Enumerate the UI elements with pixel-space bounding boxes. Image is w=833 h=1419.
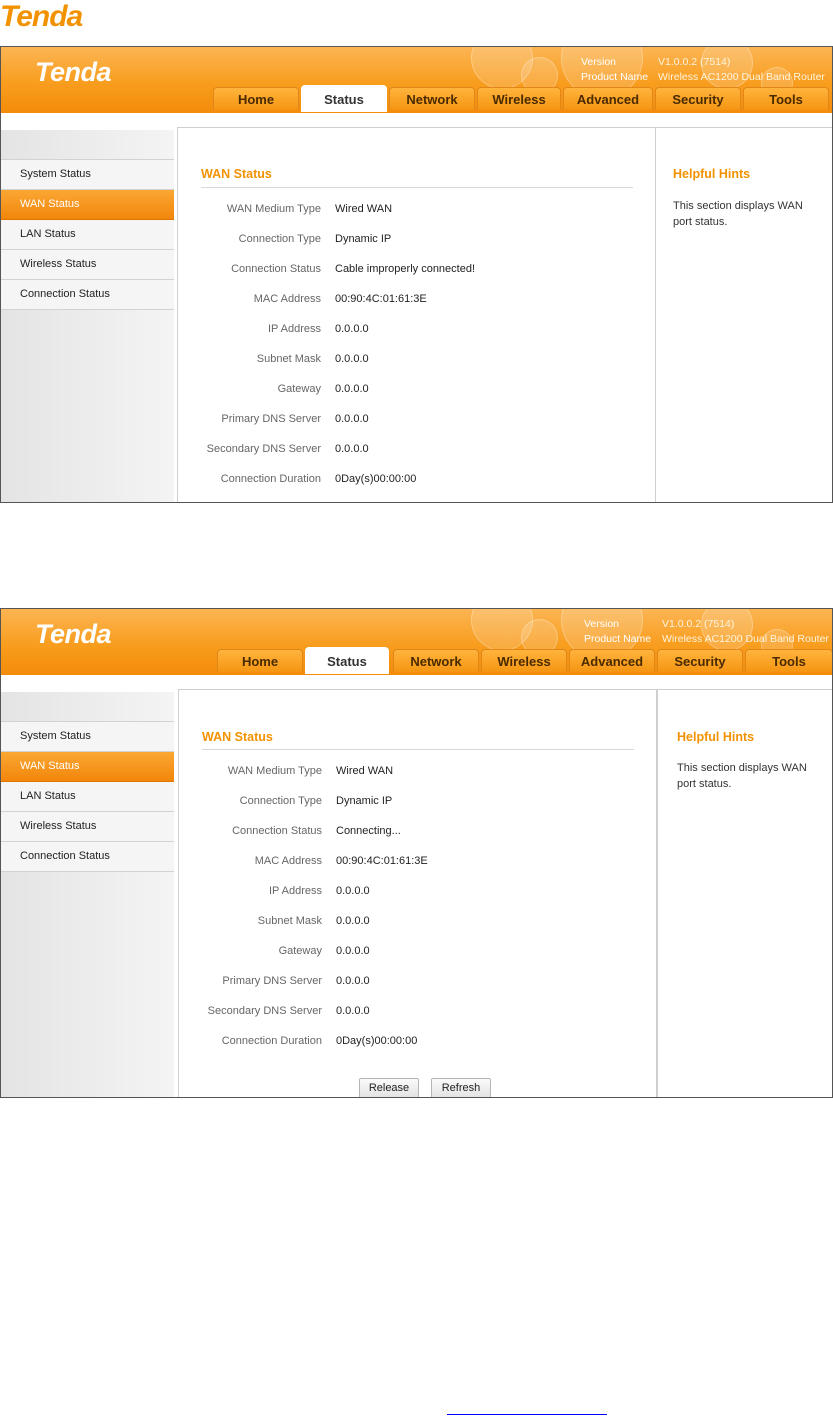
page-logo: Tenda <box>0 0 83 33</box>
tab-network[interactable]: Network <box>393 649 479 672</box>
main-nav-tabs: Home Status Network Wireless Advanced Se… <box>1 647 832 674</box>
wan-status-panel: WAN Status WAN Medium Type Wired WAN Conn… <box>178 689 657 1097</box>
row-ip-address: IP Address 0.0.0.0 <box>268 323 369 335</box>
product-name-value: Wireless AC1200 Dual Band Router <box>662 633 829 645</box>
sidebar-item-lan-status[interactable]: LAN Status <box>1 220 174 250</box>
row-mac-address: MAC Address 00:90:4C:01:61:3E <box>253 293 427 305</box>
footer-link-underline[interactable] <box>447 1414 607 1415</box>
tab-home[interactable]: Home <box>213 87 299 110</box>
version-label: Version <box>581 56 617 68</box>
sidebar-item-wan-status[interactable]: WAN Status <box>1 752 174 782</box>
row-connection-type: Connection Type Dynamic IP <box>238 233 392 245</box>
tab-tools[interactable]: Tools <box>743 87 829 110</box>
tab-status[interactable]: Status <box>305 647 389 674</box>
hints-title: Helpful Hints <box>677 730 755 744</box>
version-value: V1.0.0.2 (7514) <box>662 618 735 630</box>
helpful-hints-panel: Helpful Hints This section displays WAN … <box>657 689 832 1097</box>
product-name-value: Wireless AC1200 Dual Band Router <box>658 71 825 83</box>
row-connection-status: Connection Status Connecting... <box>232 825 401 837</box>
row-connection-status: Connection Status Cable improperly connec… <box>231 263 476 275</box>
release-button[interactable]: Release <box>359 1078 419 1097</box>
tab-wireless[interactable]: Wireless <box>481 649 567 672</box>
main-nav-tabs: Home Status Network Wireless Advanced Se… <box>1 85 832 112</box>
wan-status-panel: WAN Status WAN Medium Type Wired WAN Conn… <box>177 127 656 502</box>
row-gateway: Gateway 0.0.0.0 <box>277 383 369 395</box>
product-name-label: Product Name <box>584 633 652 645</box>
row-mac-address: MAC Address 00:90:4C:01:61:3E <box>254 855 428 867</box>
hints-text: This section displays WAN port status. <box>677 762 807 790</box>
version-value: V1.0.0.2 (7514) <box>658 56 731 68</box>
version-label: Version <box>584 618 620 630</box>
refresh-button[interactable]: Refresh <box>431 1078 491 1097</box>
row-connection-duration: Connection Duration 0Day(s)00:00:00 <box>220 473 417 485</box>
router-screenshot-1: Tenda Version Product Name V1.0.0.2 (751… <box>0 46 833 503</box>
section-divider <box>202 749 634 750</box>
product-name-label: Product Name <box>581 71 649 83</box>
tab-security[interactable]: Security <box>657 649 743 672</box>
tab-tools[interactable]: Tools <box>745 649 832 672</box>
row-primary-dns: Primary DNS Server 0.0.0.0 <box>221 413 369 425</box>
tab-wireless[interactable]: Wireless <box>477 87 561 110</box>
row-gateway: Gateway 0.0.0.0 <box>278 945 370 957</box>
sidebar-item-connection-status[interactable]: Connection Status <box>1 842 174 872</box>
router-screenshot-2: Tenda Version Product Name V1.0.0.2 (751… <box>0 608 833 1098</box>
row-secondary-dns: Secondary DNS Server 0.0.0.0 <box>206 443 369 455</box>
tab-advanced[interactable]: Advanced <box>569 649 655 672</box>
tab-status[interactable]: Status <box>301 85 387 112</box>
header-banner: Tenda Version Product Name V1.0.0.2 (751… <box>1 609 832 675</box>
sidebar: System Status WAN Status LAN Status Wire… <box>1 130 174 502</box>
header-banner: Tenda Version Product Name V1.0.0.2 (751… <box>1 47 832 113</box>
row-subnet-mask: Subnet Mask 0.0.0.0 <box>256 353 369 365</box>
sidebar-item-system-status[interactable]: System Status <box>1 160 174 190</box>
row-subnet-mask: Subnet Mask 0.0.0.0 <box>257 915 370 927</box>
sidebar-item-lan-status[interactable]: LAN Status <box>1 782 174 812</box>
row-primary-dns: Primary DNS Server 0.0.0.0 <box>222 975 370 987</box>
sidebar-item-connection-status[interactable]: Connection Status <box>1 280 174 310</box>
sidebar-item-wireless-status[interactable]: Wireless Status <box>1 250 174 280</box>
brand-logo: Tenda <box>35 57 112 87</box>
hints-title: Helpful Hints <box>673 167 751 181</box>
sidebar-item-wireless-status[interactable]: Wireless Status <box>1 812 174 842</box>
tab-network[interactable]: Network <box>389 87 475 110</box>
row-wan-medium-type: WAN Medium Type Wired WAN <box>227 765 394 777</box>
section-title: WAN Status <box>201 167 272 181</box>
row-wan-medium-type: WAN Medium Type Wired WAN <box>226 203 393 215</box>
tab-home[interactable]: Home <box>217 649 303 672</box>
row-connection-type: Connection Type Dynamic IP <box>239 795 393 807</box>
tab-security[interactable]: Security <box>655 87 741 110</box>
sidebar: System Status WAN Status LAN Status Wire… <box>1 692 174 1097</box>
row-secondary-dns: Secondary DNS Server 0.0.0.0 <box>207 1005 370 1017</box>
section-divider <box>201 187 633 188</box>
sidebar-item-wan-status[interactable]: WAN Status <box>1 190 174 220</box>
tab-advanced[interactable]: Advanced <box>563 87 653 110</box>
section-title: WAN Status <box>202 730 273 744</box>
helpful-hints-panel: Helpful Hints This section displays WAN … <box>655 127 832 502</box>
hints-text: This section displays WAN port status. <box>673 200 803 228</box>
sidebar-item-system-status[interactable]: System Status <box>1 722 174 752</box>
row-ip-address: IP Address 0.0.0.0 <box>269 885 370 897</box>
brand-logo: Tenda <box>35 619 112 649</box>
row-connection-duration: Connection Duration 0Day(s)00:00:00 <box>221 1035 418 1047</box>
